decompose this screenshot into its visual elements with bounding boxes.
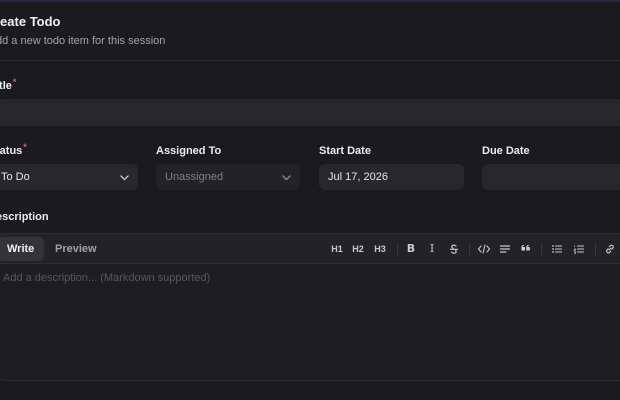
editor-toolbar: Write Preview H1 H2 H3 B I: [0, 234, 620, 264]
title-label-text: itle: [0, 80, 12, 92]
heading1-button[interactable]: H1: [330, 241, 344, 257]
align-icon: [499, 245, 511, 253]
status-select-value: To Do: [1, 171, 30, 183]
description-label: escription: [0, 211, 49, 223]
toolbar-divider: [541, 243, 542, 255]
bold-icon: B: [406, 242, 416, 255]
status-label: tatus*: [0, 142, 27, 157]
strikethrough-button[interactable]: [448, 241, 460, 257]
italic-icon: I: [429, 242, 435, 255]
bullet-list-icon: [552, 245, 563, 253]
link-icon: [606, 244, 614, 254]
heading2-button[interactable]: H2: [351, 241, 365, 257]
numbered-list-icon: [573, 245, 585, 254]
italic-button[interactable]: I: [427, 241, 437, 257]
align-button[interactable]: [499, 241, 511, 257]
assigned-select[interactable]: Unassigned: [156, 164, 300, 190]
due-date-input[interactable]: [482, 164, 620, 190]
description-placeholder[interactable]: Add a description... (Markdown supported…: [3, 272, 210, 284]
status-label-text: tatus: [0, 145, 23, 157]
description-editor: Write Preview H1 H2 H3 B I Add a descrip…: [0, 233, 620, 381]
dialog-title: reate Todo: [0, 14, 61, 29]
due-date-label: Due Date: [482, 145, 530, 157]
link-button[interactable]: [604, 241, 616, 257]
bold-button[interactable]: B: [405, 241, 417, 257]
toolbar-divider: [469, 243, 470, 255]
strikethrough-icon: [449, 244, 459, 254]
title-label: itle*: [0, 77, 17, 92]
chevron-down-icon: [282, 168, 291, 186]
dialog-header: reate Todo dd a new todo item for this s…: [0, 0, 620, 61]
quote-button[interactable]: [520, 241, 532, 257]
heading3-button[interactable]: H3: [373, 241, 387, 257]
tab-preview[interactable]: Preview: [45, 237, 107, 261]
status-select[interactable]: To Do: [0, 164, 138, 190]
numbered-list-button[interactable]: [573, 241, 585, 257]
code-button[interactable]: [477, 241, 491, 257]
toolbar-divider: [397, 243, 398, 255]
assigned-select-value: Unassigned: [165, 171, 224, 183]
dialog-subtitle: dd a new todo item for this session: [0, 35, 166, 47]
required-asterisk: *: [23, 142, 27, 152]
assigned-label: Assigned To: [156, 145, 222, 157]
start-date-label: Start Date: [319, 145, 371, 157]
bullet-list-button[interactable]: [551, 241, 563, 257]
quote-icon: [521, 244, 530, 251]
start-date-input[interactable]: Jul 17, 2026: [319, 164, 464, 190]
start-date-value: Jul 17, 2026: [328, 171, 388, 183]
toolbar-divider: [595, 243, 596, 255]
chevron-down-icon: [120, 168, 129, 186]
code-icon: [477, 244, 491, 254]
required-asterisk: *: [12, 77, 17, 87]
tab-write[interactable]: Write: [0, 237, 45, 261]
title-input[interactable]: [0, 99, 620, 126]
